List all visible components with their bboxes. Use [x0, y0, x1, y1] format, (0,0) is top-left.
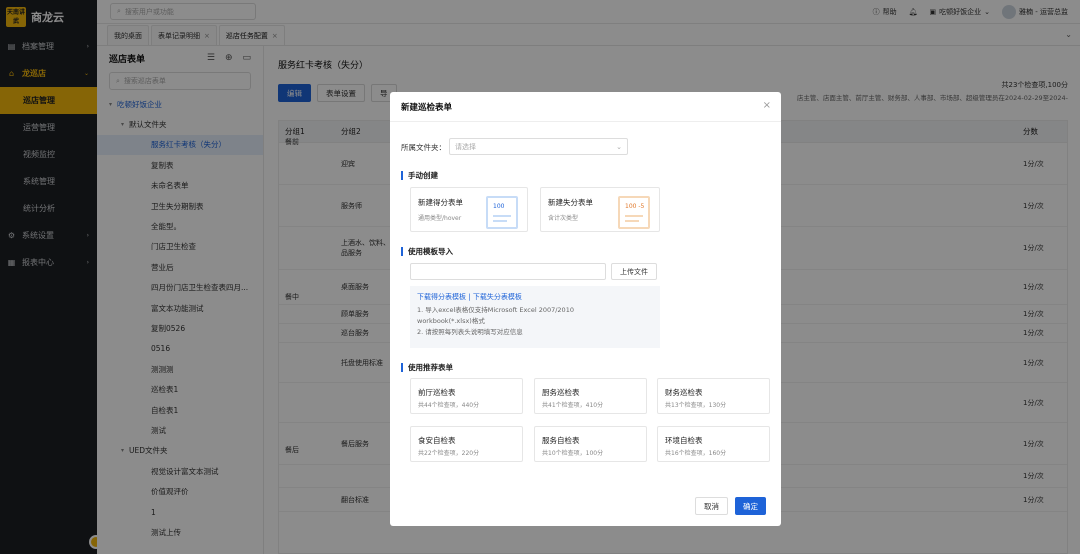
card-title: 新建失分表单	[548, 198, 593, 207]
illu-number: 100	[493, 203, 505, 210]
recommend-card[interactable]: 前厅巡检表 共44个检查项，440分	[410, 378, 523, 414]
link-separator: |	[468, 293, 471, 301]
illu-number: 100 -5	[625, 203, 645, 210]
recommend-card[interactable]: 厨务巡检表 共41个检查项，410分	[534, 378, 647, 414]
section-bar	[401, 171, 403, 180]
card-title: 新建得分表单	[418, 198, 463, 207]
card-desc: 共16个检查项，160分	[665, 450, 727, 457]
card-title: 环境自检表	[665, 436, 703, 445]
card-desc: 共44个检查项，440分	[418, 402, 480, 409]
section-manual: 手动创建	[401, 170, 438, 181]
new-score-form-card[interactable]: 新建得分表单 通用类型/hover 100	[410, 187, 528, 232]
card-desc: 共41个检查项，410分	[542, 402, 604, 409]
card-title: 食安自检表	[418, 436, 456, 445]
folder-select[interactable]: 请选择 ⌄	[449, 138, 628, 155]
card-title: 厨务巡检表	[542, 388, 580, 397]
section-template: 使用模板导入	[401, 246, 453, 257]
card-title: 财务巡检表	[665, 388, 703, 397]
section-recommend: 使用推荐表单	[401, 362, 453, 373]
section-title: 手动创建	[408, 171, 438, 180]
card-title: 服务自检表	[542, 436, 580, 445]
section-title: 使用模板导入	[408, 247, 453, 256]
tip-line: workbook(*.xlsx)格式	[417, 317, 485, 325]
divider	[390, 121, 781, 122]
modal-title: 新建巡检表单	[401, 103, 453, 113]
section-title: 使用推荐表单	[408, 363, 453, 372]
score-sheet-icon: 100	[486, 196, 518, 229]
download-score-template-link[interactable]: 下载得分表模板	[417, 293, 466, 301]
new-form-modal: 新建巡检表单 × 所属文件夹： 请选择 ⌄ 手动创建 新建得分表单 通用类型/h…	[390, 92, 781, 526]
card-desc: 共13个检查项，130分	[665, 402, 727, 409]
deduct-sheet-icon: 100 -5	[618, 196, 650, 229]
confirm-button[interactable]: 确定	[735, 497, 766, 515]
close-icon[interactable]: ×	[763, 100, 771, 111]
card-desc: 共10个检查项，100分	[542, 450, 604, 457]
section-bar	[401, 363, 403, 372]
recommend-card[interactable]: 食安自检表 共22个检查项，220分	[410, 426, 523, 462]
chevron-down-icon: ⌄	[616, 142, 622, 151]
folder-label: 所属文件夹：	[401, 143, 446, 152]
folder-select-placeholder: 请选择	[455, 142, 476, 151]
section-bar	[401, 247, 403, 256]
upload-file-button[interactable]: 上传文件	[611, 263, 657, 280]
card-desc: 共22个检查项，220分	[418, 450, 480, 457]
app-root: 天南讲武 商龙云 ▤ 档案管理 › ⌂ 龙巡店 ⌄ 巡店管理 运营管理 视频监控…	[0, 0, 1080, 554]
card-title: 前厅巡检表	[418, 388, 456, 397]
cancel-button[interactable]: 取消	[695, 497, 728, 515]
import-tips: 下载得分表模板 | 下载失分表模板 1. 导入excel表格仅支持Microso…	[410, 286, 660, 348]
recommend-card[interactable]: 财务巡检表 共13个检查项，130分	[657, 378, 770, 414]
tip-line: 1. 导入excel表格仅支持Microsoft Excel 2007/2010	[417, 306, 574, 314]
new-deduct-form-card[interactable]: 新建失分表单 含计次类型 100 -5	[540, 187, 660, 232]
download-deduct-template-link[interactable]: 下载失分表模板	[473, 293, 522, 301]
import-file-input[interactable]	[410, 263, 606, 280]
tip-line: 2. 请按照每列表头说明填写对应信息	[417, 328, 523, 336]
recommend-card[interactable]: 服务自检表 共10个检查项，100分	[534, 426, 647, 462]
card-desc: 通用类型/hover	[418, 215, 462, 222]
recommend-card[interactable]: 环境自检表 共16个检查项，160分	[657, 426, 770, 462]
card-desc: 含计次类型	[548, 215, 579, 222]
